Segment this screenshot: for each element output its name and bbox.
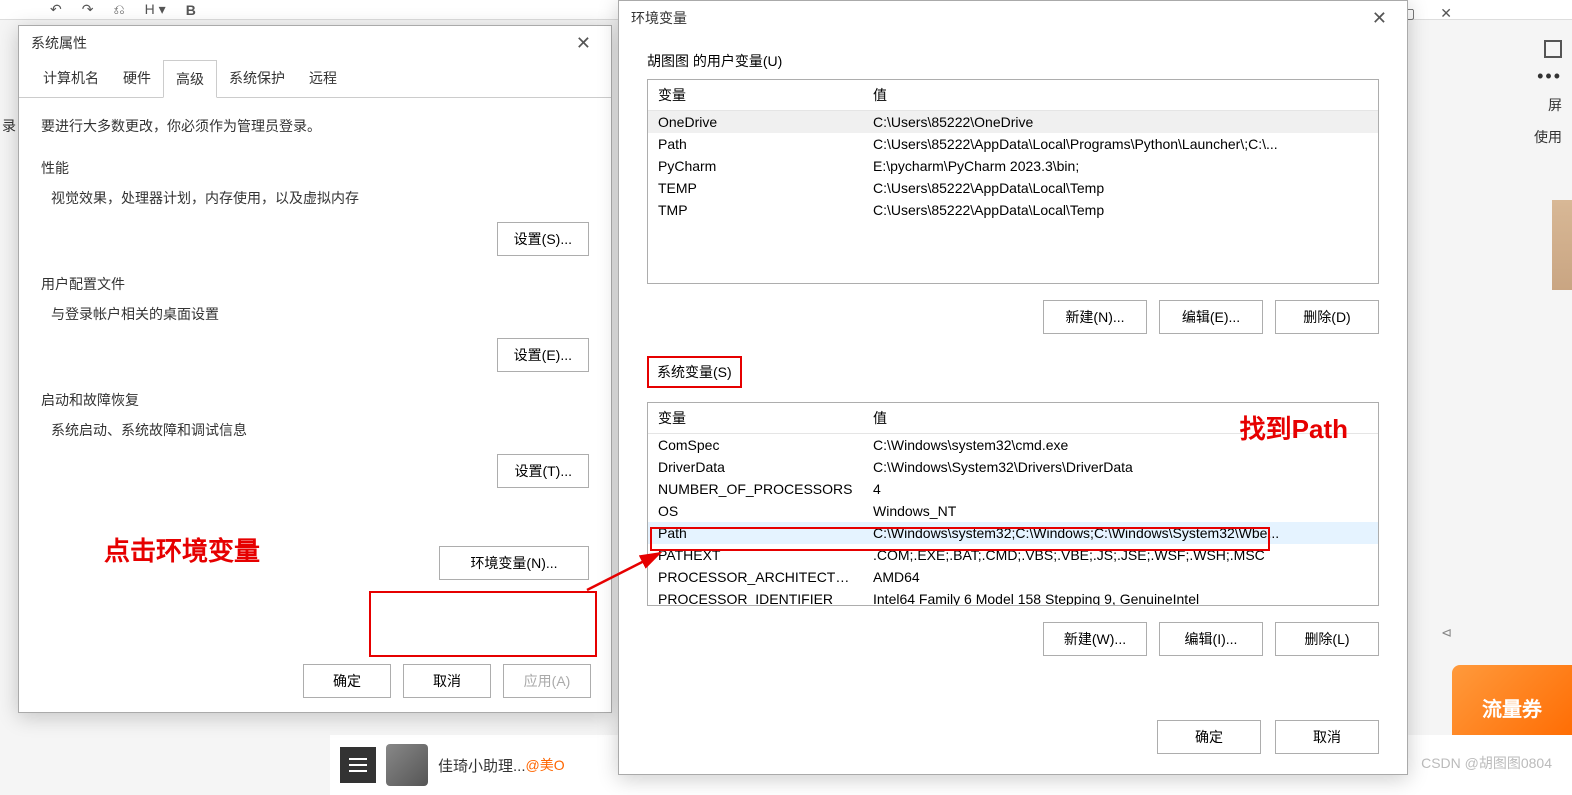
var-name: PROCESSOR_IDENTIFIER xyxy=(648,588,863,605)
bg-right-column: ••• 屏 使用 xyxy=(1534,40,1562,147)
ok-button[interactable]: 确定 xyxy=(303,664,391,698)
hamburger-icon xyxy=(340,747,376,783)
bg-right-snippet: ⊲ xyxy=(1441,625,1452,641)
user-profile-group: 用户配置文件 与登录帐户相关的桌面设置 设置(E)... xyxy=(41,274,589,372)
startup-settings-button[interactable]: 设置(T)... xyxy=(497,454,589,488)
dialog-title: 系统属性 xyxy=(31,33,87,53)
var-name: NUMBER_OF_PROCESSORS xyxy=(648,478,863,500)
startup-group: 启动和故障恢复 系统启动、系统故障和调试信息 设置(T)... xyxy=(41,390,589,488)
user-profile-settings-button[interactable]: 设置(E)... xyxy=(497,338,589,372)
cancel-button[interactable]: 取消 xyxy=(403,664,491,698)
var-value: Intel64 Family 6 Model 158 Stepping 9, G… xyxy=(863,588,1378,605)
table-row[interactable]: PROCESSOR_IDENTIFIERIntel64 Family 6 Mod… xyxy=(648,588,1378,605)
table-row[interactable]: TMPC:\Users\85222\AppData\Local\Temp xyxy=(648,199,1378,221)
table-row[interactable]: PROCESSOR_ARCHITECTUREAMD64 xyxy=(648,566,1378,588)
var-name: TEMP xyxy=(648,177,863,199)
startup-desc: 系统启动、系统故障和调试信息 xyxy=(51,420,589,440)
table-row[interactable]: PyCharmE:\pycharm\PyCharm 2023.3\bin; xyxy=(648,155,1378,177)
col-variable[interactable]: 变量 xyxy=(648,403,863,434)
avatar xyxy=(386,744,428,786)
table-row[interactable]: OneDriveC:\Users\85222\OneDrive xyxy=(648,111,1378,134)
startup-legend: 启动和故障恢复 xyxy=(41,390,589,410)
tab-computer-name[interactable]: 计算机名 xyxy=(31,60,111,97)
var-name: ComSpec xyxy=(648,434,863,457)
table-row[interactable]: TEMPC:\Users\85222\AppData\Local\Temp xyxy=(648,177,1378,199)
user-edit-button[interactable]: 编辑(E)... xyxy=(1159,300,1263,334)
user-vars-label: 胡图图 的用户变量(U) xyxy=(647,51,1379,71)
user-vars-table[interactable]: 变量 值 OneDriveC:\Users\85222\OneDrivePath… xyxy=(647,79,1379,284)
performance-group: 性能 视觉效果，处理器计划，内存使用，以及虚拟内存 设置(S)... xyxy=(41,158,589,256)
system-delete-button[interactable]: 删除(L) xyxy=(1275,622,1379,656)
var-value: Windows_NT xyxy=(863,500,1378,522)
watermark: CSDN @胡图图0804 xyxy=(1421,753,1552,773)
col-value[interactable]: 值 xyxy=(863,80,1378,111)
performance-settings-button[interactable]: 设置(S)... xyxy=(497,222,589,256)
var-value: C:\Windows\System32\Drivers\DriverData xyxy=(863,456,1378,478)
ok-button[interactable]: 确定 xyxy=(1157,720,1261,754)
admin-hint: 要进行大多数更改，你必须作为管理员登录。 xyxy=(41,116,589,136)
user-at: @美O xyxy=(526,755,565,775)
bg-decor-strip xyxy=(1552,200,1572,290)
environment-variables-dialog: 环境变量 ✕ 胡图图 的用户变量(U) 变量 值 OneDriveC:\User… xyxy=(618,0,1408,775)
annotation-box-envbtn xyxy=(369,591,597,657)
var-name: OneDrive xyxy=(648,111,863,134)
apply-button[interactable]: 应用(A) xyxy=(503,664,591,698)
performance-desc: 视觉效果，处理器计划，内存使用，以及虚拟内存 xyxy=(51,188,589,208)
expand-icon xyxy=(1544,40,1562,58)
system-properties-dialog: 系统属性 ✕ 计算机名 硬件 高级 系统保护 远程 要进行大多数更改，你必须作为… xyxy=(18,25,612,713)
var-name: Path xyxy=(648,522,863,544)
var-value: C:\Windows\system32;C:\Windows;C:\Window… xyxy=(863,522,1378,544)
user-profile-desc: 与登录帐户相关的桌面设置 xyxy=(51,304,589,324)
var-value: C:\Users\85222\AppData\Local\Temp xyxy=(863,177,1378,199)
var-name: PyCharm xyxy=(648,155,863,177)
titlebar[interactable]: 环境变量 ✕ xyxy=(619,1,1407,35)
bg-left-text: 录 xyxy=(2,116,16,136)
var-name: PATHEXT xyxy=(648,544,863,566)
user-new-button[interactable]: 新建(N)... xyxy=(1043,300,1147,334)
var-value: C:\Users\85222\OneDrive xyxy=(863,111,1378,134)
system-new-button[interactable]: 新建(W)... xyxy=(1043,622,1147,656)
tabs: 计算机名 硬件 高级 系统保护 远程 xyxy=(19,60,611,98)
table-row[interactable]: PATHEXT.COM;.EXE;.BAT;.CMD;.VBS;.VBE;.JS… xyxy=(648,544,1378,566)
close-icon[interactable]: ✕ xyxy=(568,29,599,58)
var-name: DriverData xyxy=(648,456,863,478)
environment-variables-button[interactable]: 环境变量(N)... xyxy=(439,546,589,580)
table-row[interactable]: DriverDataC:\Windows\System32\Drivers\Dr… xyxy=(648,456,1378,478)
annotation-find-path: 找到Path xyxy=(1240,409,1348,446)
cancel-button[interactable]: 取消 xyxy=(1275,720,1379,754)
system-vars-label: 系统变量(S) xyxy=(647,356,742,388)
table-row[interactable]: NUMBER_OF_PROCESSORS4 xyxy=(648,478,1378,500)
table-row[interactable]: OSWindows_NT xyxy=(648,500,1378,522)
var-value: E:\pycharm\PyCharm 2023.3\bin; xyxy=(863,155,1378,177)
var-value: AMD64 xyxy=(863,566,1378,588)
var-name: TMP xyxy=(648,199,863,221)
var-value: C:\Users\85222\AppData\Local\Programs\Py… xyxy=(863,133,1378,155)
var-name: Path xyxy=(648,133,863,155)
performance-legend: 性能 xyxy=(41,158,589,178)
more-icon: ••• xyxy=(1537,66,1562,87)
var-name: OS xyxy=(648,500,863,522)
dialog-title: 环境变量 xyxy=(631,8,687,28)
var-value: .COM;.EXE;.BAT;.CMD;.VBS;.VBE;.JS;.JSE;.… xyxy=(863,544,1378,566)
annotation-click-env: 点击环境变量 xyxy=(104,531,260,568)
var-name: PROCESSOR_ARCHITECTURE xyxy=(648,566,863,588)
system-edit-button[interactable]: 编辑(I)... xyxy=(1159,622,1263,656)
tab-remote[interactable]: 远程 xyxy=(297,60,349,97)
var-value: 4 xyxy=(863,478,1378,500)
tab-advanced[interactable]: 高级 xyxy=(163,60,217,98)
var-value: C:\Users\85222\AppData\Local\Temp xyxy=(863,199,1378,221)
table-row[interactable]: PathC:\Users\85222\AppData\Local\Program… xyxy=(648,133,1378,155)
user-profile-legend: 用户配置文件 xyxy=(41,274,589,294)
tab-hardware[interactable]: 硬件 xyxy=(111,60,163,97)
tab-system-protection[interactable]: 系统保护 xyxy=(217,60,297,97)
user-name: 佳琦小助理... xyxy=(438,755,526,776)
close-icon[interactable]: ✕ xyxy=(1364,4,1395,33)
user-delete-button[interactable]: 删除(D) xyxy=(1275,300,1379,334)
table-row[interactable]: PathC:\Windows\system32;C:\Windows;C:\Wi… xyxy=(648,522,1378,544)
titlebar[interactable]: 系统属性 ✕ xyxy=(19,26,611,60)
col-variable[interactable]: 变量 xyxy=(648,80,863,111)
